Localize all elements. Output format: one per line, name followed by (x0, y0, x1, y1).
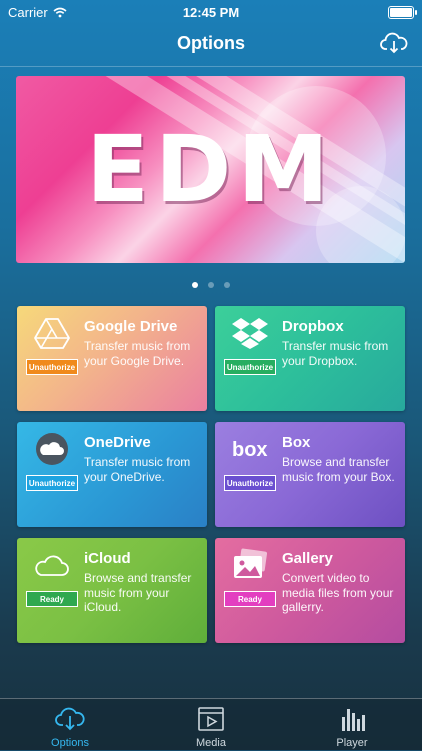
onedrive-card[interactable]: OneDrive Transfer music from your OneDri… (17, 422, 207, 527)
status-badge[interactable]: Unauthorize (26, 475, 78, 491)
icloud-icon (35, 555, 69, 576)
tab-options[interactable]: Options (0, 699, 140, 751)
status-badge[interactable]: Ready (26, 591, 78, 607)
card-title: Google Drive (84, 318, 178, 335)
dropbox-icon (232, 318, 268, 349)
gallery-card[interactable]: Gallery Convert video to media files fro… (215, 538, 405, 643)
status-bar: Carrier 12:45 PM (0, 0, 422, 24)
banner-title: EDM (86, 116, 335, 223)
card-description: Browse and transfer music from your Box. (282, 455, 395, 484)
card-description: Convert video to media files from your g… (282, 571, 394, 614)
card-title: OneDrive (84, 434, 151, 451)
icloud-card[interactable]: iCloud Browse and transfer music from yo… (17, 538, 207, 643)
dropbox-card[interactable]: Dropbox Transfer music from your Dropbox… (215, 306, 405, 411)
tab-bar: Options Media Player (0, 698, 422, 751)
tab-media[interactable]: Media (141, 699, 281, 751)
battery-icon (388, 6, 417, 19)
media-icon (198, 707, 224, 731)
card-title: Dropbox (282, 318, 344, 335)
box-card[interactable]: box Box Browse and transfer music from y… (215, 422, 405, 527)
page-title: Options (177, 33, 245, 53)
cloud-download-icon (55, 707, 85, 731)
page-dot[interactable] (192, 282, 198, 288)
nav-divider (0, 66, 422, 67)
tab-label: Options (51, 737, 89, 749)
card-description: Transfer music from your OneDrive. (84, 455, 191, 484)
card-description: Transfer music from your Dropbox. (282, 339, 389, 368)
promo-banner[interactable]: EDM (16, 76, 405, 263)
svg-text:box: box (232, 439, 268, 461)
card-title: iCloud (84, 550, 131, 567)
page-dot[interactable] (208, 282, 214, 288)
status-badge[interactable]: Unauthorize (26, 359, 78, 375)
tab-label: Player (336, 737, 368, 749)
tab-player[interactable]: Player (282, 699, 422, 751)
box-icon: box (232, 439, 268, 461)
onedrive-icon (36, 433, 68, 465)
card-description: Transfer music from your Google Drive. (84, 339, 191, 368)
google-drive-icon (34, 318, 70, 349)
status-time: 12:45 PM (182, 5, 240, 20)
tab-label: Media (196, 737, 226, 749)
status-badge[interactable]: Ready (224, 591, 276, 607)
page-indicator[interactable] (0, 282, 422, 288)
google-drive-card[interactable]: Google Drive Transfer music from your Go… (17, 306, 207, 411)
status-badge[interactable]: Unauthorize (224, 475, 276, 491)
status-badge[interactable]: Unauthorize (224, 359, 276, 375)
card-title: Gallery (282, 550, 333, 567)
card-title: Box (282, 434, 311, 451)
card-description: Browse and transfer music from your iClo… (84, 571, 192, 614)
gallery-icon (234, 548, 268, 578)
equalizer-icon (342, 709, 365, 731)
cloud-download-icon[interactable] (380, 31, 408, 55)
page-dot[interactable] (224, 282, 230, 288)
